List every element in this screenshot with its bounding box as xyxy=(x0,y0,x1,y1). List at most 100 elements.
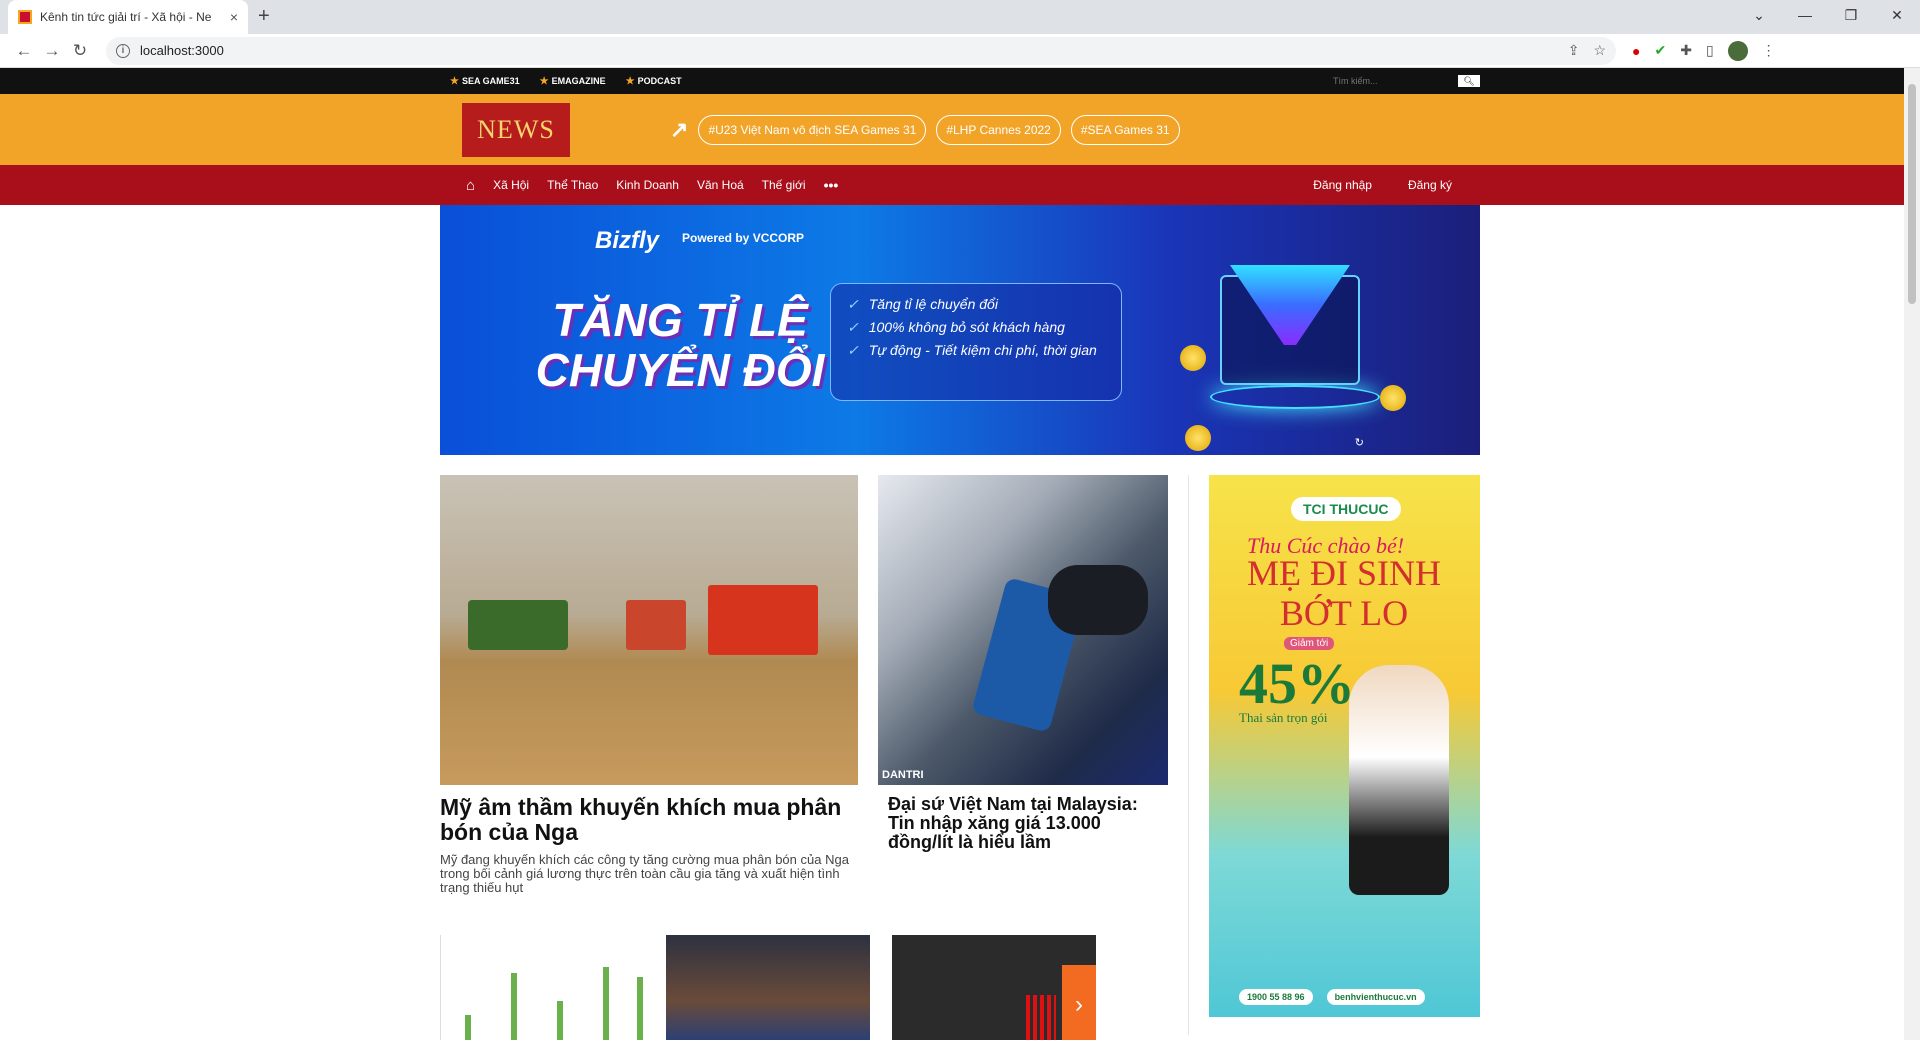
toplink-emagazine[interactable]: ★ EMAGAZINE xyxy=(540,76,606,87)
address-bar[interactable]: i localhost:3000 ⇪ ☆ xyxy=(106,36,1616,65)
sidebar-ad[interactable]: TCI THUCUC Thu Cúc chào bé! MẸ ĐI SINH B… xyxy=(1209,475,1480,1017)
minimize-button[interactable]: — xyxy=(1782,0,1828,30)
check-icon: ✓ xyxy=(847,319,859,335)
banner-partner: Powered by VCCORP xyxy=(682,231,805,245)
tab-search-icon[interactable]: ⌄ xyxy=(1736,0,1782,30)
coin-graphic xyxy=(1185,425,1211,451)
scrollbar-thumb[interactable] xyxy=(1908,84,1916,304)
truck-graphic xyxy=(708,585,818,655)
trending-tag[interactable]: #U23 Việt Nam vô địch SEA Games 31 xyxy=(698,114,927,145)
home-icon[interactable]: ⌂ xyxy=(466,177,475,194)
site-info-icon[interactable]: i xyxy=(116,43,130,58)
nav-item-the-gioi[interactable]: Thế giới xyxy=(762,178,806,192)
chart-bar-graphic xyxy=(465,1015,471,1040)
restore-button[interactable]: ❐ xyxy=(1828,0,1874,30)
extensions-area: ● ✔ ✚ ▯ ⋮ xyxy=(1632,40,1776,61)
trending-tag[interactable]: #SEA Games 31 xyxy=(1070,114,1180,145)
page-scrollbar[interactable] xyxy=(1904,68,1920,1040)
browser-tab[interactable]: Kênh tin tức giải trí - Xã hội - Ne × xyxy=(8,0,248,34)
toplink-sea-games[interactable]: ★ SEA GAME31 xyxy=(450,76,520,87)
back-icon[interactable]: ← xyxy=(10,41,38,61)
platform-graphic xyxy=(1210,385,1380,409)
truck-graphic xyxy=(626,600,686,650)
coin-graphic xyxy=(1380,385,1406,411)
banner-feature: ✓ 100% không bỏ sót khách hàng xyxy=(847,319,1065,335)
close-window-button[interactable]: ✕ xyxy=(1874,0,1920,30)
site-logo[interactable]: NEWS xyxy=(462,102,570,157)
browser-toolbar: ← → ↻ i localhost:3000 ⇪ ☆ ● ✔ ✚ ▯ ⋮ xyxy=(0,34,1920,68)
nav-item-kinh-doanh[interactable]: Kinh Doanh xyxy=(616,178,679,192)
lead-story-summary: Mỹ đang khuyến khích các công ty tăng cư… xyxy=(440,852,849,895)
browser-tab-strip: Kênh tin tức giải trí - Xã hội - Ne × + … xyxy=(0,0,1920,34)
banner-brand: Bizfly xyxy=(595,227,660,254)
nav-item-the-thao[interactable]: Thể Thao xyxy=(547,178,598,192)
ad-website: benhvienthucuc.vn xyxy=(1326,989,1425,1005)
banner-feature: ✓ Tự động - Tiết kiệm chi phí, thời gian xyxy=(847,342,1097,358)
site-favicon-icon xyxy=(18,10,32,24)
banner-ad[interactable]: Bizfly Powered by VCCORP TĂNG TỈ LỆ CHUY… xyxy=(440,205,1480,455)
share-icon[interactable]: ⇪ xyxy=(1568,42,1580,59)
second-story[interactable]: DANTRI Đại sứ Việt Nam tại Malaysia: Tin… xyxy=(878,475,1168,895)
forward-icon[interactable]: → xyxy=(38,41,66,61)
bookmark-star-icon[interactable]: ☆ xyxy=(1593,42,1606,59)
nav-item-xa-hoi[interactable]: Xã Hội xyxy=(493,178,529,192)
second-story-title[interactable]: Đại sứ Việt Nam tại Malaysia: Tin nhập x… xyxy=(888,795,1158,852)
side-panel-icon[interactable]: ▯ xyxy=(1706,42,1714,59)
search-icon[interactable]: 🔍︎ xyxy=(1458,75,1480,87)
browser-menu-icon[interactable]: ⋮ xyxy=(1762,42,1776,59)
story-thumbnail-chart[interactable] xyxy=(440,935,644,1040)
story-thumbnail-gas-station[interactable] xyxy=(666,935,870,1040)
star-icon: ★ xyxy=(625,75,635,87)
ad-phone: 1900 55 88 96 xyxy=(1239,989,1313,1005)
extension-color-icon[interactable]: ✔ xyxy=(1654,42,1666,59)
new-tab-button[interactable]: + xyxy=(258,5,270,28)
harvester-graphic xyxy=(468,600,568,650)
trending-icon: ↗ xyxy=(670,116,689,142)
lead-story[interactable]: Mỹ âm thầm khuyến khích mua phân bón của… xyxy=(440,475,858,895)
chart-bar-graphic xyxy=(603,967,609,1040)
main-content: Mỹ âm thầm khuyến khích mua phân bón của… xyxy=(440,475,1480,1040)
ad-logo: TCI THUCUC xyxy=(1291,497,1401,521)
site-header: NEWS ↗ #U23 Việt Nam vô địch SEA Games 3… xyxy=(0,94,1920,165)
chart-bars-graphic xyxy=(1026,995,1056,1040)
toplink-podcast[interactable]: ★ PODCAST xyxy=(626,76,682,87)
nav-item-van-hoa[interactable]: Văn Hoá xyxy=(697,178,744,192)
check-icon: ✓ xyxy=(847,296,859,312)
ad-photo xyxy=(1349,665,1449,895)
page-viewport: ★SEA GAME31 ★EMAGAZINE ★PODCAST 🔍︎ NEWS … xyxy=(0,68,1920,1040)
tab-title: Kênh tin tức giải trí - Xã hội - Ne xyxy=(40,10,212,24)
top-bar: ★SEA GAME31 ★EMAGAZINE ★PODCAST 🔍︎ xyxy=(0,68,1920,94)
story-thumbnail-market-chart[interactable]: › xyxy=(892,935,1096,1040)
tab-close-icon[interactable]: × xyxy=(230,9,238,25)
banner-feature: ✓ Tăng tỉ lệ chuyển đổi xyxy=(847,296,998,312)
coin-graphic xyxy=(1180,345,1206,371)
glove-graphic xyxy=(1048,565,1148,635)
column-divider xyxy=(1188,475,1189,1035)
lead-story-title[interactable]: Mỹ âm thầm khuyến khích mua phân bón của… xyxy=(440,795,858,845)
lead-story-image[interactable] xyxy=(440,475,858,785)
star-icon: ★ xyxy=(539,75,549,87)
register-link[interactable]: Đăng ký xyxy=(1408,178,1452,192)
trending-tag[interactable]: #LHP Cannes 2022 xyxy=(936,114,1061,145)
second-story-image[interactable]: DANTRI xyxy=(878,475,1168,785)
banner-features: ✓ Tăng tỉ lệ chuyển đổi ✓ 100% không bỏ só… xyxy=(830,283,1122,401)
url-text[interactable]: localhost:3000 xyxy=(140,43,224,58)
chart-bar-graphic xyxy=(557,1001,563,1040)
next-arrow-icon[interactable]: › xyxy=(1062,965,1096,1040)
extensions-puzzle-icon[interactable]: ✚ xyxy=(1680,42,1692,59)
extension-adblock-icon[interactable]: ● xyxy=(1632,43,1640,59)
image-watermark: DANTRI xyxy=(882,769,924,781)
main-nav: ⌂ Xã Hội Thể Thao Kinh Doanh Văn Hoá Thế… xyxy=(0,165,1920,205)
more-icon[interactable]: ••• xyxy=(824,177,839,193)
profile-avatar[interactable] xyxy=(1727,40,1748,61)
star-icon: ★ xyxy=(450,75,459,87)
chart-bar-graphic xyxy=(511,973,517,1040)
login-link[interactable]: Đăng nhập xyxy=(1313,178,1372,192)
ad-headline: MẸ ĐI SINH BỚT LO xyxy=(1247,553,1441,633)
chart-bar-graphic xyxy=(637,977,643,1040)
loading-icon: ↻ xyxy=(1354,437,1364,449)
reload-icon[interactable]: ↻ xyxy=(66,41,94,61)
ad-discount-percent: 45% xyxy=(1239,651,1355,716)
search-input[interactable] xyxy=(1333,74,1458,88)
ad-subtitle: Thai sản trọn gói xyxy=(1239,710,1328,725)
